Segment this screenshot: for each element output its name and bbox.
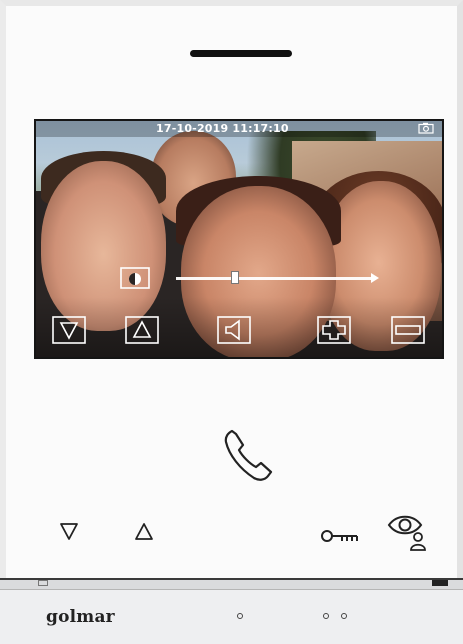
plus-icon[interactable] xyxy=(317,316,351,344)
video-screen[interactable]: 17-10-2019 11:17:10 xyxy=(36,121,442,357)
camera-icon xyxy=(418,122,434,134)
brightness-slider-thumb[interactable] xyxy=(230,271,239,284)
phone-handset-icon[interactable] xyxy=(218,423,284,489)
eye-user-icon[interactable] xyxy=(387,511,431,553)
brightness-slider-track[interactable] xyxy=(176,277,371,280)
status-led xyxy=(323,613,329,619)
status-led xyxy=(237,613,243,619)
brightness-icon[interactable] xyxy=(120,267,150,289)
minus-icon[interactable] xyxy=(391,316,425,344)
key-icon[interactable] xyxy=(320,527,360,545)
seam-marker xyxy=(432,580,448,586)
housing-seam xyxy=(0,578,463,590)
speaker-slot xyxy=(190,50,292,57)
triangle-up-icon[interactable] xyxy=(133,520,155,542)
status-led xyxy=(341,613,347,619)
triangle-up-icon[interactable] xyxy=(125,316,159,344)
seam-marker xyxy=(38,580,48,586)
intercom-monitor: 17-10-2019 11:17:10 golmar xyxy=(0,0,463,644)
datetime-display: 17-10-2019 11:17:10 xyxy=(156,122,289,135)
speaker-icon[interactable] xyxy=(217,316,251,344)
brand-logo: golmar xyxy=(46,607,115,627)
triangle-down-icon[interactable] xyxy=(58,520,80,542)
triangle-down-icon[interactable] xyxy=(52,316,86,344)
slider-end-arrow xyxy=(371,273,379,283)
